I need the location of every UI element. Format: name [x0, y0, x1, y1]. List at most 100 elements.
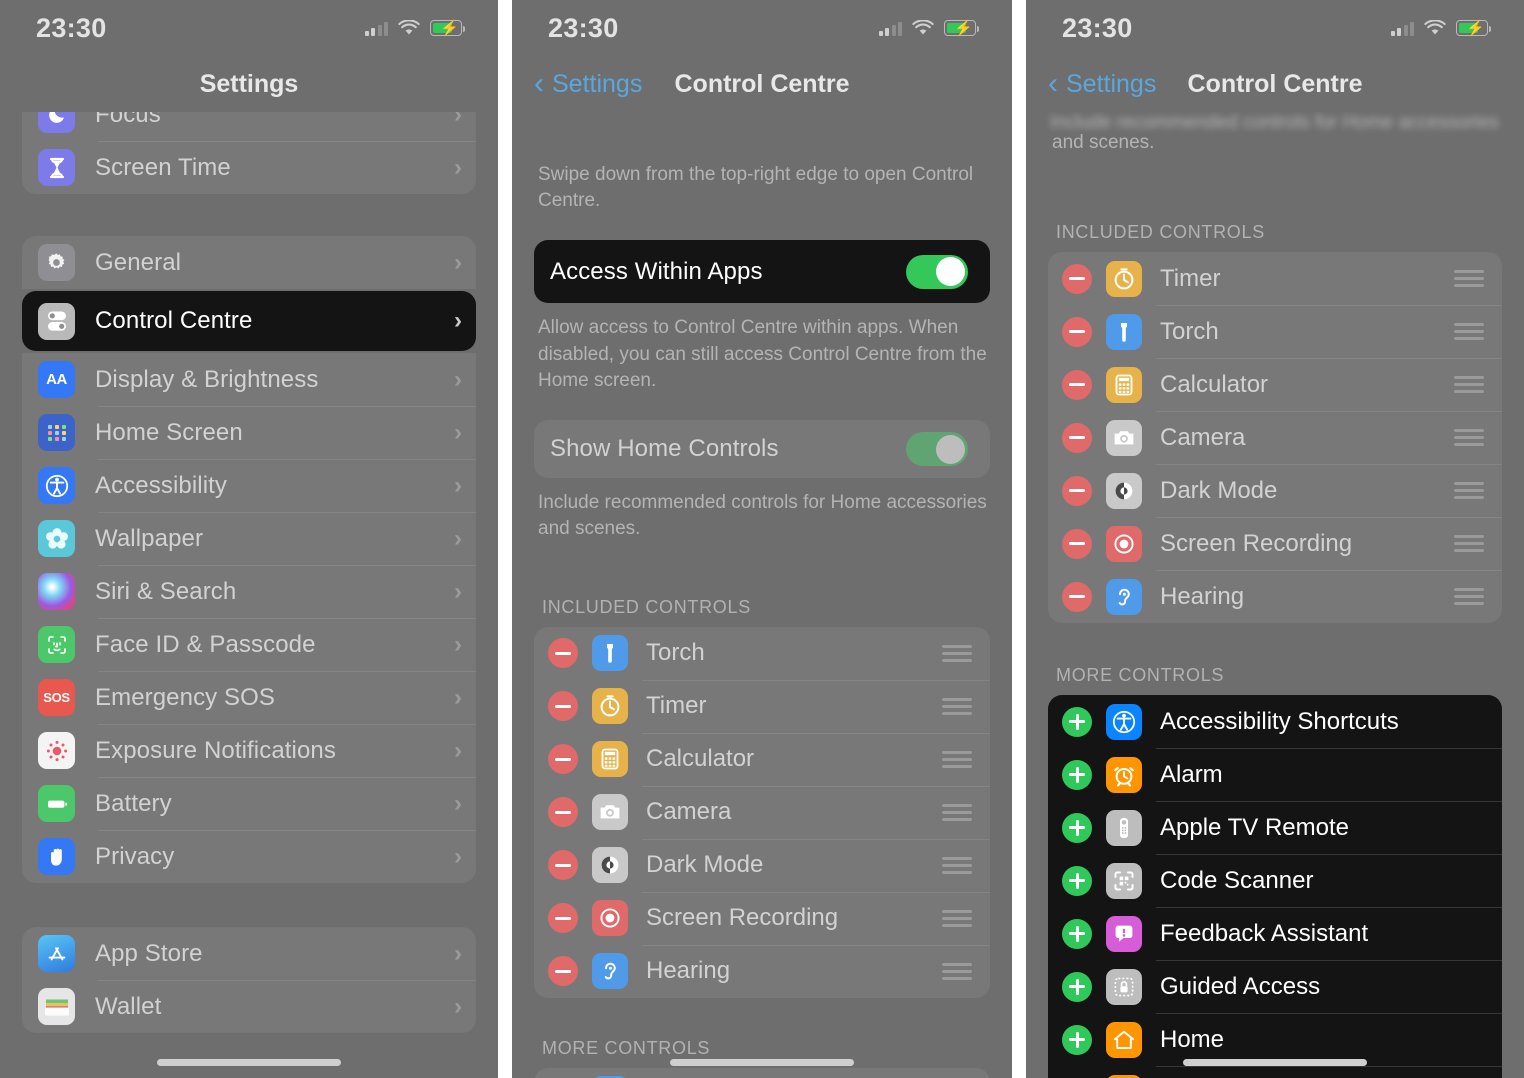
- remove-control-button[interactable]: [1062, 263, 1092, 294]
- sidebar-item-screen-time[interactable]: Screen Time ›: [22, 141, 476, 194]
- list-item[interactable]: Screen Recording: [1048, 517, 1502, 570]
- drag-handle-icon[interactable]: [1454, 535, 1484, 553]
- sidebar-item-label: Control Centre: [95, 307, 253, 334]
- drag-handle-icon[interactable]: [942, 750, 972, 768]
- list-item[interactable]: Accessibility Shortcuts: [534, 1068, 990, 1078]
- show-home-controls-toggle[interactable]: [906, 432, 968, 467]
- dark-mode-icon: [592, 847, 628, 884]
- drag-handle-icon[interactable]: [942, 644, 972, 662]
- drag-handle-icon[interactable]: [1454, 270, 1484, 288]
- list-item[interactable]: Guided Access: [1048, 960, 1502, 1013]
- list-item[interactable]: Screen Recording: [534, 891, 990, 945]
- chevron-right-icon: ›: [454, 789, 462, 817]
- list-item[interactable]: Dark Mode: [1048, 464, 1502, 517]
- toggle-row-show-home-controls[interactable]: Show Home Controls: [534, 420, 990, 478]
- back-button[interactable]: ‹ Settings: [1048, 69, 1156, 99]
- drag-handle-icon[interactable]: [942, 803, 972, 821]
- chevron-right-icon: ›: [454, 992, 462, 1020]
- chevron-right-icon: ›: [454, 842, 462, 870]
- sidebar-item-emergency-sos[interactable]: SOS Emergency SOS ›: [22, 671, 476, 724]
- control-centre-scroll-area[interactable]: Swipe down from the top-right edge to op…: [512, 112, 1012, 1078]
- control-label: Apple TV Remote: [1160, 813, 1349, 841]
- drag-handle-icon[interactable]: [1454, 429, 1484, 447]
- sidebar-item-label: Wallet: [95, 992, 162, 1020]
- remove-control-button[interactable]: [548, 956, 578, 987]
- drag-handle-icon[interactable]: [942, 697, 972, 715]
- settings-scroll-area[interactable]: Focus › Screen Time › General › Control …: [0, 112, 498, 1078]
- remove-control-button[interactable]: [548, 691, 578, 722]
- list-item[interactable]: Hearing: [1048, 570, 1502, 623]
- drag-handle-icon[interactable]: [1454, 376, 1484, 394]
- settings-group-main-a: General ›: [22, 236, 476, 289]
- remove-control-button[interactable]: [1062, 316, 1092, 347]
- remove-control-button[interactable]: [548, 797, 578, 828]
- sidebar-item-battery[interactable]: Battery ›: [22, 777, 476, 830]
- add-control-button[interactable]: [1062, 1024, 1092, 1055]
- add-control-button[interactable]: [1062, 865, 1092, 896]
- add-control-button[interactable]: [1062, 706, 1092, 737]
- drag-handle-icon[interactable]: [942, 962, 972, 980]
- sidebar-item-label: Emergency SOS: [95, 683, 276, 711]
- wifi-icon: [912, 19, 934, 36]
- sidebar-item-exposure-notifications[interactable]: Exposure Notifications ›: [22, 724, 476, 777]
- sidebar-item-wallet[interactable]: Wallet ›: [22, 980, 476, 1033]
- back-button[interactable]: ‹ Settings: [534, 69, 642, 99]
- home-indicator: [157, 1059, 341, 1066]
- remove-control-button[interactable]: [548, 850, 578, 881]
- sidebar-item-label: Focus: [95, 112, 161, 128]
- list-item[interactable]: Timer: [534, 679, 990, 733]
- sidebar-item-home-screen[interactable]: Home Screen ›: [22, 406, 476, 459]
- list-item[interactable]: Alarm: [1048, 748, 1502, 801]
- drag-handle-icon[interactable]: [1454, 323, 1484, 341]
- sidebar-item-wallpaper[interactable]: Wallpaper ›: [22, 512, 476, 565]
- remove-control-button[interactable]: [1062, 528, 1092, 559]
- list-item[interactable]: Camera: [1048, 411, 1502, 464]
- add-control-button[interactable]: [1062, 759, 1092, 790]
- add-control-button[interactable]: [1062, 812, 1092, 843]
- access-within-apps-toggle[interactable]: [906, 254, 968, 289]
- included-controls-list: Torch Timer Calculator Camera Dark Mode …: [534, 626, 990, 998]
- add-control-button[interactable]: [1062, 918, 1092, 949]
- list-item[interactable]: Torch: [534, 627, 990, 680]
- remove-control-button[interactable]: [548, 744, 578, 775]
- list-item[interactable]: Hearing: [534, 944, 990, 998]
- list-item[interactable]: Calculator: [1048, 358, 1502, 411]
- list-item[interactable]: Feedback Assistant: [1048, 907, 1502, 960]
- list-item[interactable]: Timer: [1048, 252, 1502, 305]
- drag-handle-icon[interactable]: [942, 856, 972, 874]
- remove-control-button[interactable]: [548, 903, 578, 934]
- list-item[interactable]: Calculator: [534, 732, 990, 786]
- sidebar-item-siri-search[interactable]: Siri & Search ›: [22, 565, 476, 618]
- sidebar-item-app-store[interactable]: App Store ›: [22, 927, 476, 980]
- sidebar-item-general[interactable]: General ›: [22, 236, 476, 289]
- remove-control-button[interactable]: [1062, 369, 1092, 400]
- list-item[interactable]: Torch: [1048, 305, 1502, 358]
- remove-control-button[interactable]: [1062, 475, 1092, 506]
- drag-handle-icon[interactable]: [1454, 588, 1484, 606]
- remove-control-button[interactable]: [548, 638, 578, 669]
- list-item[interactable]: Accessibility Shortcuts: [1048, 695, 1502, 748]
- drag-handle-icon[interactable]: [1454, 482, 1484, 500]
- toggle-row-access-within-apps[interactable]: Access Within Apps: [534, 240, 990, 303]
- sidebar-item-display-brightness[interactable]: AA Display & Brightness ›: [22, 353, 476, 406]
- sidebar-item-accessibility[interactable]: Accessibility ›: [22, 459, 476, 512]
- control-centre-scroll-area[interactable]: Include recommended controls for Home ac…: [1026, 112, 1524, 1078]
- control-label: Calculator: [646, 745, 755, 773]
- sidebar-item-face-id-passcode[interactable]: Face ID & Passcode ›: [22, 618, 476, 671]
- list-item[interactable]: Low Power Mode: [1048, 1066, 1502, 1078]
- drag-handle-icon[interactable]: [942, 909, 972, 927]
- list-item[interactable]: Apple TV Remote: [1048, 801, 1502, 854]
- sidebar-item-focus[interactable]: Focus ›: [22, 112, 476, 141]
- sidebar-item-label: Display & Brightness: [95, 365, 319, 393]
- list-item[interactable]: Dark Mode: [534, 838, 990, 892]
- add-control-button[interactable]: [1062, 971, 1092, 1002]
- list-item[interactable]: Code Scanner: [1048, 854, 1502, 907]
- remove-control-button[interactable]: [1062, 422, 1092, 453]
- sidebar-item-privacy[interactable]: Privacy ›: [22, 830, 476, 883]
- more-controls-list: Accessibility Shortcuts: [534, 1067, 990, 1078]
- cellular-signal-icon: [1390, 20, 1414, 36]
- remove-control-button[interactable]: [1062, 581, 1092, 612]
- screen-recording-icon: [1106, 525, 1142, 562]
- list-item[interactable]: Camera: [534, 785, 990, 839]
- sidebar-item-control-centre[interactable]: Control Centre ›: [22, 291, 476, 351]
